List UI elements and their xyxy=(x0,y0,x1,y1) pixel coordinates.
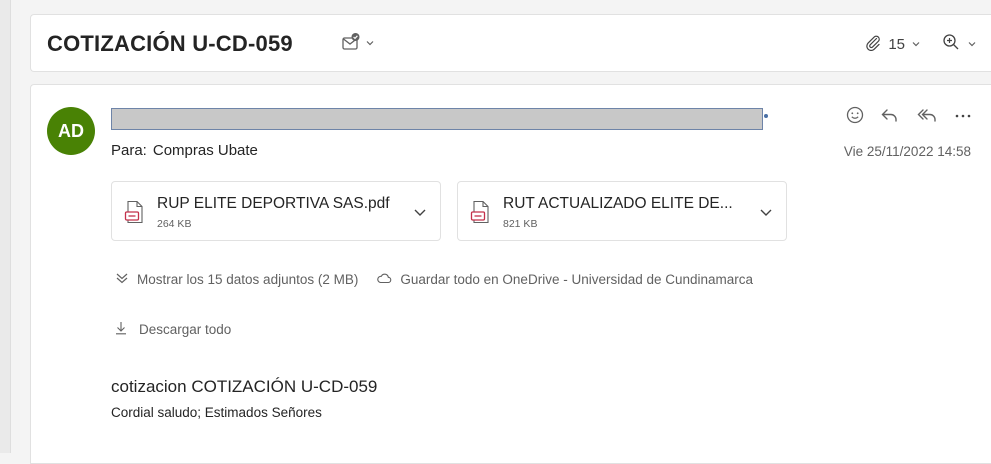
subject-tag-group[interactable] xyxy=(341,32,375,57)
chevron-down-icon[interactable] xyxy=(967,36,977,53)
emoji-icon[interactable] xyxy=(845,105,865,130)
attachment-actions: Mostrar los 15 datos adjuntos (2 MB) Gua… xyxy=(115,271,753,288)
avatar[interactable]: AD xyxy=(47,107,95,155)
chevron-down-icon[interactable] xyxy=(911,36,921,53)
chevron-down-icon[interactable] xyxy=(365,38,375,51)
subject-tools: 15 xyxy=(864,32,977,56)
attachment-name[interactable]: RUP ELITE DEPORTIVA SAS.pdf xyxy=(157,195,390,213)
attachment-card[interactable]: RUT ACTUALIZADO ELITE DE... 821 KB xyxy=(457,181,787,241)
show-all-attachments-link[interactable]: Mostrar los 15 datos adjuntos (2 MB) xyxy=(137,272,358,287)
save-to-onedrive-link[interactable]: Guardar todo en OneDrive - Universidad d… xyxy=(400,272,753,287)
zoom-in-icon[interactable] xyxy=(941,32,961,56)
pdf-file-icon xyxy=(124,200,146,229)
message-actions xyxy=(845,105,973,130)
chevron-down-icon[interactable] xyxy=(412,204,428,225)
subject-header: COTIZACIÓN U-CD-059 15 xyxy=(30,14,991,72)
panel-divider xyxy=(10,0,11,453)
mail-check-icon[interactable] xyxy=(341,32,361,57)
paperclip-icon[interactable] xyxy=(864,33,882,55)
attachment-size: 821 KB xyxy=(503,218,538,230)
reply-icon[interactable] xyxy=(879,105,901,130)
sender-redacted xyxy=(111,108,763,130)
left-panel-edge xyxy=(0,0,10,453)
reply-all-icon[interactable] xyxy=(915,105,939,130)
redaction-mark xyxy=(764,114,768,118)
more-options-icon[interactable] xyxy=(953,105,973,130)
pdf-file-icon xyxy=(470,200,492,229)
recipient-name[interactable]: Compras Ubate xyxy=(153,142,258,159)
download-row: Descargar todo xyxy=(115,321,231,338)
cloud-icon[interactable] xyxy=(376,271,392,288)
chevron-down-icon[interactable] xyxy=(758,204,774,225)
to-label: Para: xyxy=(111,142,147,159)
download-all-link[interactable]: Descargar todo xyxy=(139,322,231,337)
double-chevron-down-icon[interactable] xyxy=(115,271,129,288)
attachment-card[interactable]: RUP ELITE DEPORTIVA SAS.pdf 264 KB xyxy=(111,181,441,241)
recipient-line: Para: Compras Ubate xyxy=(111,142,258,159)
download-icon[interactable] xyxy=(115,321,127,338)
attachment-size: 264 KB xyxy=(157,218,192,230)
subject-title: COTIZACIÓN U-CD-059 xyxy=(47,31,293,56)
attachment-count[interactable]: 15 xyxy=(888,36,905,53)
message-date: Vie 25/11/2022 14:58 xyxy=(843,144,971,159)
message-card: AD Para: Compras Ubate Vie 25/11/2022 14… xyxy=(30,84,991,464)
attachment-name[interactable]: RUT ACTUALIZADO ELITE DE... xyxy=(503,195,733,213)
body-text: Cordial saludo; Estimados Señores xyxy=(111,405,322,420)
body-heading: cotizacion COTIZACIÓN U-CD-059 xyxy=(111,377,378,396)
